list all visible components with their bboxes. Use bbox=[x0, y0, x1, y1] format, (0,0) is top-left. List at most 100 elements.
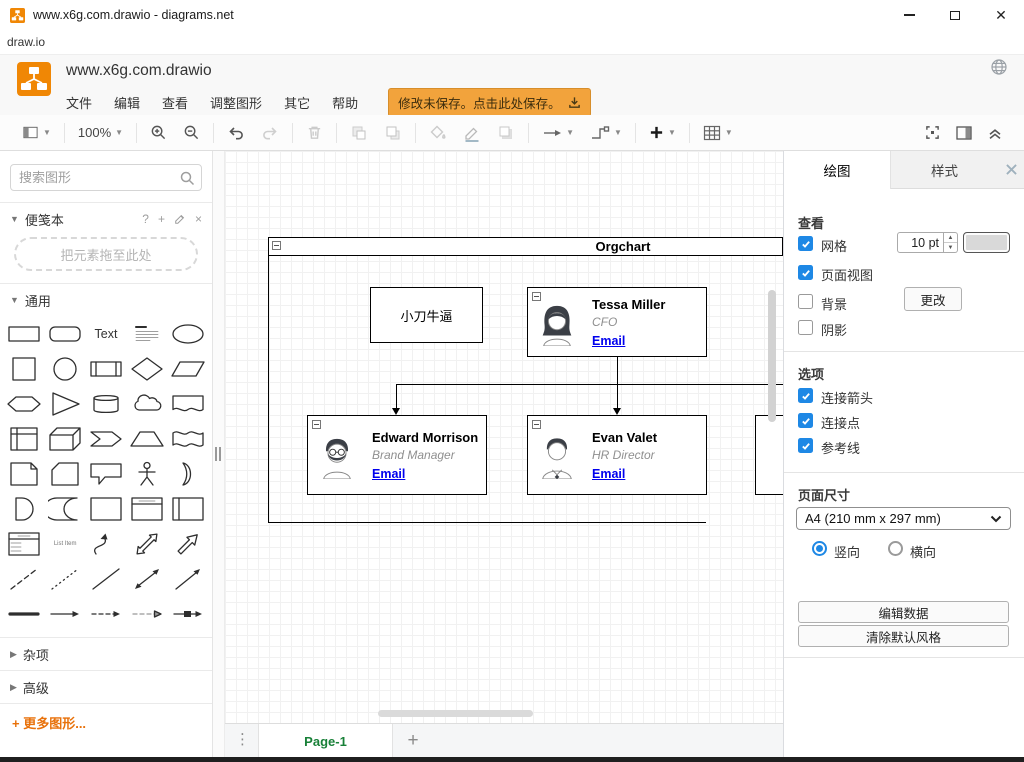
shadow-button[interactable] bbox=[489, 115, 523, 150]
general-section-header[interactable]: ▼ 通用 bbox=[0, 284, 212, 316]
collapse-toggle-icon[interactable] bbox=[532, 420, 541, 429]
undo-button[interactable] bbox=[219, 115, 253, 150]
connection-button[interactable]: ▼ bbox=[534, 115, 582, 150]
shape-dashed-link[interactable] bbox=[126, 600, 167, 627]
shape-tape[interactable] bbox=[167, 425, 208, 452]
shape-dashed-line[interactable] bbox=[4, 565, 45, 592]
connection-arrows-checkbox[interactable] bbox=[798, 388, 813, 403]
clear-default-style-button[interactable]: 清除默认风格 bbox=[798, 625, 1009, 647]
page-view-checkbox[interactable] bbox=[798, 265, 813, 280]
shape-cloud[interactable] bbox=[126, 390, 167, 417]
org-node-cfo[interactable]: Tessa Miller CFO Email bbox=[527, 287, 707, 357]
format-panel-toggle-button[interactable] bbox=[948, 126, 980, 140]
stepper-down-icon[interactable]: ▼ bbox=[944, 243, 957, 252]
menu-help[interactable]: 帮助 bbox=[332, 93, 358, 112]
collapse-toggle-icon[interactable] bbox=[312, 420, 321, 429]
more-shapes-button[interactable]: + 更多图形... bbox=[0, 704, 212, 740]
menu-arrange[interactable]: 调整图形 bbox=[210, 93, 262, 112]
add-page-button[interactable]: + bbox=[395, 724, 431, 758]
menu-edit[interactable]: 编辑 bbox=[114, 93, 140, 112]
guides-checkbox[interactable] bbox=[798, 438, 813, 453]
line-color-button[interactable] bbox=[455, 115, 489, 150]
language-globe-icon[interactable] bbox=[990, 58, 1008, 81]
advanced-section-header[interactable]: ▶ 高级 bbox=[0, 671, 212, 703]
search-input[interactable] bbox=[11, 165, 201, 190]
tab-style[interactable]: 样式 bbox=[891, 151, 998, 189]
shape-arrow[interactable] bbox=[167, 530, 208, 557]
shape-ellipse[interactable] bbox=[167, 320, 208, 347]
collapse-toggle-icon[interactable] bbox=[532, 292, 541, 301]
shape-circle[interactable] bbox=[45, 355, 86, 382]
org-node-brand-manager[interactable]: Edward Morrison Brand Manager Email bbox=[307, 415, 487, 495]
menu-view[interactable]: 查看 bbox=[162, 93, 188, 112]
shape-square[interactable] bbox=[4, 355, 45, 382]
shape-horizontal-container[interactable] bbox=[167, 495, 208, 522]
grid-color-swatch[interactable] bbox=[963, 232, 1010, 253]
shape-process[interactable] bbox=[86, 355, 127, 382]
shape-note[interactable] bbox=[4, 460, 45, 487]
shape-or[interactable] bbox=[167, 460, 208, 487]
shape-list[interactable] bbox=[4, 530, 45, 557]
tab-diagram[interactable]: 绘图 bbox=[784, 151, 891, 189]
canvas-vertical-scrollbar[interactable] bbox=[768, 290, 776, 422]
shadow-checkbox[interactable] bbox=[798, 320, 813, 335]
connector-line[interactable] bbox=[617, 357, 618, 384]
shape-step[interactable] bbox=[86, 425, 127, 452]
page-tab[interactable]: Page-1 bbox=[258, 724, 393, 758]
shape-document[interactable] bbox=[167, 390, 208, 417]
grid-checkbox[interactable] bbox=[798, 236, 813, 251]
shape-actor[interactable] bbox=[126, 460, 167, 487]
delete-button[interactable] bbox=[298, 115, 331, 150]
menu-file[interactable]: 文件 bbox=[66, 93, 92, 112]
scratchpad-section-header[interactable]: ▼ 便笺本 ? + × bbox=[0, 203, 212, 235]
to-back-button[interactable] bbox=[376, 115, 410, 150]
email-link[interactable]: Email bbox=[372, 467, 405, 481]
shape-arrow-link[interactable] bbox=[45, 600, 86, 627]
shape-link[interactable] bbox=[4, 600, 45, 627]
zoom-out-button[interactable] bbox=[175, 115, 208, 150]
fullscreen-button[interactable] bbox=[917, 125, 948, 140]
menu-extras[interactable]: 其它 bbox=[284, 93, 310, 112]
shape-curve[interactable] bbox=[86, 530, 127, 557]
grid-size-stepper[interactable]: ▲▼ bbox=[944, 232, 958, 253]
shape-hexagon[interactable] bbox=[4, 390, 45, 417]
shape-and[interactable] bbox=[4, 495, 45, 522]
sidebar-resize-handle[interactable] bbox=[213, 151, 225, 757]
shape-triangle[interactable] bbox=[45, 390, 86, 417]
landscape-radio[interactable] bbox=[888, 541, 903, 556]
collapse-toolbar-button[interactable] bbox=[980, 126, 1010, 140]
shape-bidirectional-connector[interactable] bbox=[126, 565, 167, 592]
zoom-level-select[interactable]: 100% ▼ bbox=[70, 115, 131, 150]
canvas-horizontal-scrollbar[interactable] bbox=[378, 710, 533, 717]
shape-data-storage[interactable] bbox=[45, 495, 86, 522]
shape-card[interactable] bbox=[45, 460, 86, 487]
fill-color-button[interactable] bbox=[421, 115, 455, 150]
unsaved-changes-banner[interactable]: 修改未保存。点击此处保存。 bbox=[388, 88, 591, 117]
shape-internal-storage[interactable] bbox=[4, 425, 45, 452]
email-link[interactable]: Email bbox=[592, 334, 625, 348]
shape-dashed-arrow[interactable] bbox=[86, 600, 127, 627]
drawing-canvas[interactable]: Orgchart 小刀牛逼 bbox=[225, 151, 783, 723]
shape-directional-connector[interactable] bbox=[167, 565, 208, 592]
org-node-partial[interactable] bbox=[755, 415, 783, 495]
shape-textbox[interactable] bbox=[126, 320, 167, 347]
scratchpad-add-icon[interactable]: + bbox=[158, 212, 165, 226]
pages-menu-icon[interactable]: ⋮ bbox=[235, 730, 250, 748]
minimize-button[interactable] bbox=[886, 0, 932, 30]
shape-rounded-rectangle[interactable] bbox=[45, 320, 86, 347]
shape-container[interactable] bbox=[86, 495, 127, 522]
shape-dotted-line[interactable] bbox=[45, 565, 86, 592]
shape-bidirectional-arrow[interactable] bbox=[126, 530, 167, 557]
search-icon[interactable] bbox=[179, 170, 195, 191]
scratchpad-help-icon[interactable]: ? bbox=[142, 212, 149, 226]
portrait-radio[interactable] bbox=[812, 541, 827, 556]
redo-button[interactable] bbox=[253, 115, 287, 150]
table-button[interactable]: ▼ bbox=[695, 115, 741, 150]
app-menu-drawio[interactable]: draw.io bbox=[7, 35, 45, 49]
scratchpad-dropzone[interactable]: 把元素拖至此处 bbox=[14, 237, 198, 271]
page-size-select[interactable]: A4 (210 mm x 297 mm) bbox=[796, 507, 1011, 530]
collapse-toggle-icon[interactable] bbox=[272, 241, 281, 250]
shape-line[interactable] bbox=[86, 565, 127, 592]
view-button[interactable]: ▼ bbox=[14, 115, 59, 150]
background-checkbox[interactable] bbox=[798, 294, 813, 309]
